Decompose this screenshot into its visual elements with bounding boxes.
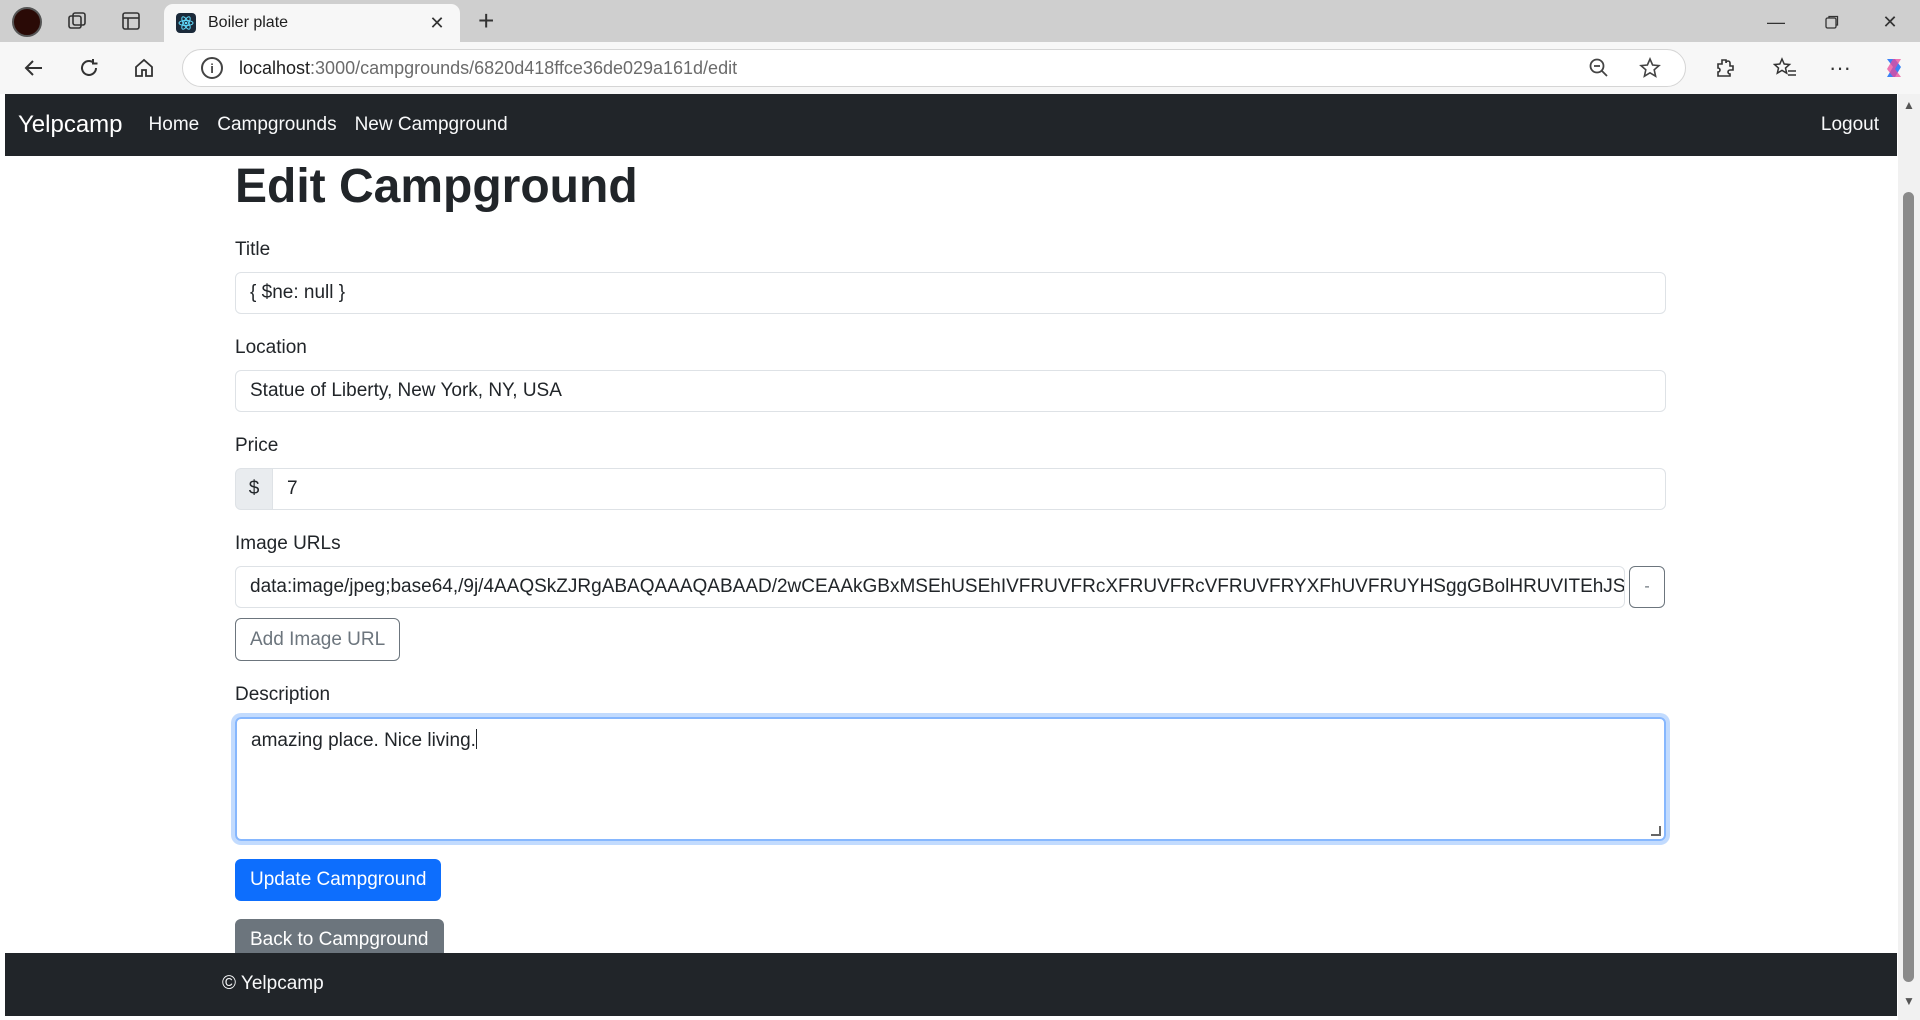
remove-image-url-button[interactable]: - [1629, 566, 1665, 608]
location-label: Location [235, 337, 307, 358]
page-scrollbar[interactable]: ▲ ▼ [1898, 94, 1920, 1020]
logout-link[interactable]: Logout [1821, 114, 1879, 136]
add-image-url-button[interactable]: Add Image URL [235, 618, 401, 661]
image-url-input[interactable]: data:image/jpeg;base64,/9j/4AAQSkZJRgABA… [235, 566, 1625, 608]
browser-toolbar: i localhost :3000/campgrounds/6820d418ff… [0, 42, 1920, 94]
edit-form: Edit Campground Title { $ne: null } Loca… [235, 156, 1666, 961]
active-tab[interactable]: Boiler plate ✕ [164, 4, 460, 42]
scrollbar-thumb[interactable] [1903, 192, 1914, 982]
description-text: amazing place. Nice living. [251, 730, 476, 751]
navbar-brand[interactable]: Yelpcamp [18, 111, 123, 139]
image-url-row: data:image/jpeg;base64,/9j/4AAQSkZJRgABA… [235, 566, 1666, 608]
react-logo-icon [176, 13, 196, 33]
tab-title: Boiler plate [208, 14, 289, 31]
vertical-tabs-icon[interactable] [119, 9, 143, 33]
close-window-icon[interactable]: ✕ [1878, 10, 1902, 34]
app-navbar: Yelpcamp Home Campgrounds New Campground… [5, 94, 1897, 156]
description-textarea[interactable]: amazing place. Nice living. [235, 717, 1666, 841]
favorites-list-icon[interactable] [1771, 54, 1799, 82]
close-tab-icon[interactable]: ✕ [426, 13, 448, 34]
reload-icon[interactable] [75, 54, 103, 82]
new-tab-icon[interactable]: + [478, 7, 494, 35]
extensions-icon[interactable] [1711, 54, 1739, 82]
nav-link-home[interactable]: Home [149, 114, 200, 136]
page-title: Edit Campground [235, 160, 638, 213]
footer-copyright: © Yelpcamp [222, 973, 324, 994]
home-icon[interactable] [130, 54, 158, 82]
location-input[interactable]: Statue of Liberty, New York, NY, USA [235, 370, 1666, 412]
scroll-down-arrow-icon[interactable]: ▼ [1903, 994, 1915, 1008]
text-caret [475, 729, 477, 749]
price-label: Price [235, 435, 279, 456]
nav-link-new-campground[interactable]: New Campground [355, 114, 508, 136]
site-info-icon[interactable]: i [201, 57, 223, 79]
image-urls-label: Image URLs [235, 533, 341, 554]
zoom-out-icon[interactable] [1588, 57, 1610, 85]
workspaces-icon[interactable] [65, 9, 89, 33]
price-input-group: $ 7 [235, 468, 1666, 510]
description-label: Description [235, 684, 331, 705]
favorite-star-icon[interactable] [1639, 56, 1661, 85]
price-currency-prefix: $ [235, 468, 273, 510]
restore-icon[interactable] [1820, 10, 1844, 34]
price-input[interactable]: 7 [273, 468, 1666, 510]
copilot-icon[interactable] [1880, 54, 1908, 82]
scroll-up-arrow-icon[interactable]: ▲ [1903, 98, 1915, 112]
url-path: :3000/campgrounds/6820d418ffce36de029a16… [310, 57, 738, 78]
app-footer: © Yelpcamp [5, 953, 1897, 1016]
browser-tab-bar: Boiler plate ✕ + — ✕ [0, 0, 1920, 42]
url-host: localhost [239, 57, 311, 78]
profile-avatar[interactable] [12, 7, 42, 37]
nav-link-campgrounds[interactable]: Campgrounds [217, 114, 336, 136]
more-options-icon[interactable]: ··· [1826, 54, 1854, 82]
title-label: Title [235, 239, 271, 260]
minimize-icon[interactable]: — [1764, 10, 1788, 34]
address-bar[interactable]: i localhost :3000/campgrounds/6820d418ff… [182, 49, 1686, 87]
back-arrow-icon[interactable] [20, 54, 48, 82]
title-input[interactable]: { $ne: null } [235, 272, 1666, 314]
update-campground-button[interactable]: Update Campground [235, 859, 442, 901]
resize-handle-icon[interactable] [1651, 826, 1661, 836]
